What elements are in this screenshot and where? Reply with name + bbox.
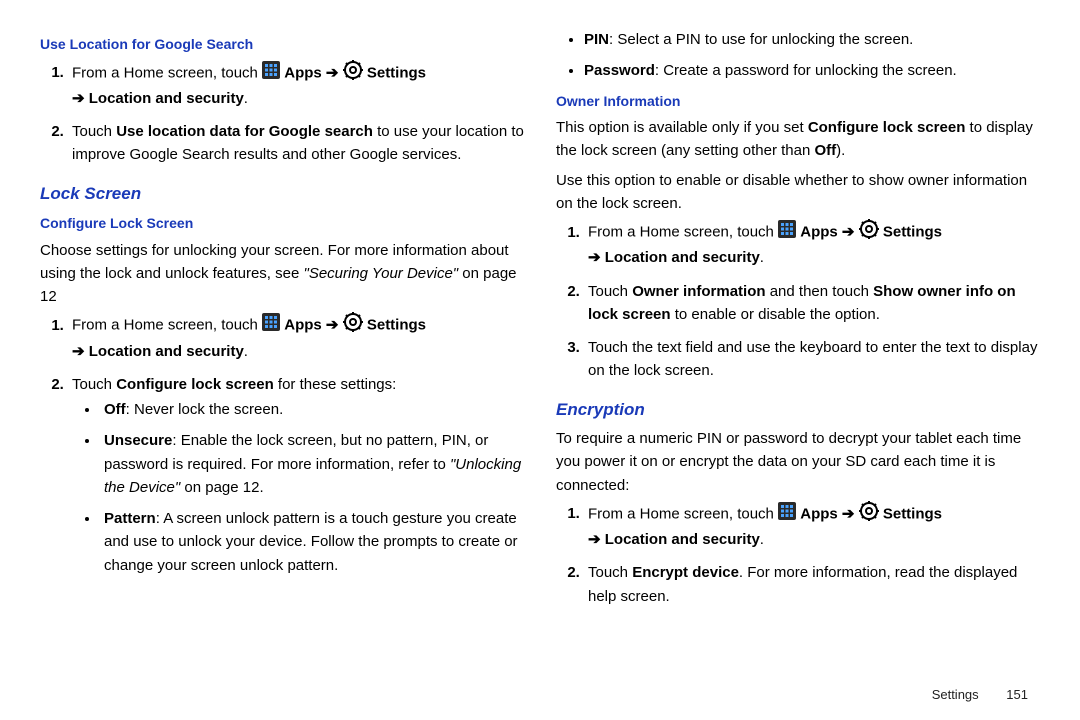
text: : Never lock the screen. xyxy=(126,401,284,418)
settings-icon xyxy=(343,60,363,87)
steps-owner: From a Home screen, touch Apps ➔ Setting… xyxy=(556,219,1040,383)
paragraph: Choose settings for unlocking your scree… xyxy=(40,239,524,309)
steps-encryption: From a Home screen, touch Apps ➔ Setting… xyxy=(556,501,1040,608)
text: From a Home screen, touch xyxy=(588,224,778,241)
text: Touch xyxy=(588,283,632,300)
heading-encryption: Encryption xyxy=(556,397,1040,423)
step-3: Touch the text field and use the keyboar… xyxy=(584,336,1040,383)
text: Touch xyxy=(72,376,116,393)
settings-label: Settings xyxy=(883,224,942,241)
arrow-icon: ➔ xyxy=(326,64,339,81)
step-2: Touch Encrypt device. For more informati… xyxy=(584,561,1040,608)
location-security-label: Location and security xyxy=(605,249,760,266)
text: From a Home screen, touch xyxy=(72,317,262,334)
text-bold: Pattern xyxy=(104,510,156,527)
settings-icon xyxy=(343,312,363,339)
text-bold: Configure lock screen xyxy=(116,376,274,393)
step-2: Touch Owner information and then touch S… xyxy=(584,280,1040,327)
heading-owner-info: Owner Information xyxy=(556,91,1040,113)
text-bold: Use location data for Google search xyxy=(116,123,373,140)
settings-icon xyxy=(859,219,879,246)
text: ). xyxy=(836,142,845,159)
text: on page 12. xyxy=(180,479,263,496)
location-security-label: Location and security xyxy=(89,343,244,360)
location-security-label: Location and security xyxy=(605,531,760,548)
option-list: Off: Never lock the screen. Unsecure: En… xyxy=(72,398,524,577)
settings-label: Settings xyxy=(883,505,942,522)
paragraph: To require a numeric PIN or password to … xyxy=(556,427,1040,497)
arrow-icon: ➔ xyxy=(326,317,339,334)
paragraph: Use this option to enable or disable whe… xyxy=(556,169,1040,216)
arrow-icon: ➔ xyxy=(72,343,85,360)
text-bold: Off xyxy=(104,401,126,418)
text-bold: Owner information xyxy=(632,283,765,300)
text-bold: PIN xyxy=(584,31,609,48)
text: to enable or disable the option. xyxy=(671,306,880,323)
footer-page: 151 xyxy=(1006,687,1028,702)
location-security-label: Location and security xyxy=(89,90,244,107)
paragraph: This option is available only if you set… xyxy=(556,116,1040,163)
arrow-icon: ➔ xyxy=(842,505,855,522)
settings-icon xyxy=(859,501,879,528)
page-footer: Settings 151 xyxy=(932,687,1028,702)
text: Touch xyxy=(588,564,632,581)
arrow-icon: ➔ xyxy=(72,90,85,107)
settings-label: Settings xyxy=(367,317,426,334)
settings-label: Settings xyxy=(367,64,426,81)
apps-label: Apps xyxy=(284,64,322,81)
step-1: From a Home screen, touch Apps ➔ Setting… xyxy=(584,501,1040,552)
text: This option is available only if you set xyxy=(556,119,808,136)
text: : Select a PIN to use for unlocking the … xyxy=(609,31,913,48)
arrow-icon: ➔ xyxy=(588,531,601,548)
heading-lock-screen: Lock Screen xyxy=(40,181,524,207)
manual-page: Use Location for Google Search From a Ho… xyxy=(0,0,1080,638)
opt-off: Off: Never lock the screen. xyxy=(100,398,524,421)
text: From a Home screen, touch xyxy=(72,64,262,81)
text: Touch xyxy=(72,123,116,140)
text: for these settings: xyxy=(274,376,397,393)
apps-icon xyxy=(262,61,280,86)
step-1: From a Home screen, touch Apps ➔ Setting… xyxy=(68,312,524,363)
apps-icon xyxy=(262,313,280,338)
left-column: Use Location for Google Search From a Ho… xyxy=(40,28,524,618)
step-2: Touch Configure lock screen for these se… xyxy=(68,373,524,577)
step-1: From a Home screen, touch Apps ➔ Setting… xyxy=(584,219,1040,270)
opt-password: Password: Create a password for unlockin… xyxy=(584,59,1040,82)
text-bold: Off xyxy=(814,142,836,159)
apps-label: Apps xyxy=(800,224,838,241)
steps-configure: From a Home screen, touch Apps ➔ Setting… xyxy=(40,312,524,577)
apps-label: Apps xyxy=(800,505,838,522)
text: : A screen unlock pattern is a touch ges… xyxy=(104,510,518,574)
text-bold: Encrypt device xyxy=(632,564,739,581)
arrow-icon: ➔ xyxy=(842,224,855,241)
apps-icon xyxy=(778,220,796,245)
text-bold: Unsecure xyxy=(104,432,172,449)
step-1: From a Home screen, touch Apps ➔ Setting… xyxy=(68,60,524,111)
text-bold: Configure lock screen xyxy=(808,119,966,136)
heading-use-location: Use Location for Google Search xyxy=(40,34,524,56)
steps-google: From a Home screen, touch Apps ➔ Setting… xyxy=(40,60,524,167)
heading-configure-lock: Configure Lock Screen xyxy=(40,213,524,235)
apps-label: Apps xyxy=(284,317,322,334)
opt-unsecure: Unsecure: Enable the lock screen, but no… xyxy=(100,429,524,499)
apps-icon xyxy=(778,502,796,527)
text: : Create a password for unlocking the sc… xyxy=(655,62,957,79)
text: and then touch xyxy=(766,283,874,300)
footer-section: Settings xyxy=(932,687,979,702)
right-column: PIN: Select a PIN to use for unlocking t… xyxy=(556,28,1040,618)
cross-ref: "Securing Your Device" xyxy=(304,265,459,282)
arrow-icon: ➔ xyxy=(588,249,601,266)
step-2: Touch Use location data for Google searc… xyxy=(68,120,524,167)
opt-pattern: Pattern: A screen unlock pattern is a to… xyxy=(100,507,524,577)
text-bold: Password xyxy=(584,62,655,79)
option-list-cont: PIN: Select a PIN to use for unlocking t… xyxy=(556,28,1040,83)
text: From a Home screen, touch xyxy=(588,505,778,522)
opt-pin: PIN: Select a PIN to use for unlocking t… xyxy=(584,28,1040,51)
